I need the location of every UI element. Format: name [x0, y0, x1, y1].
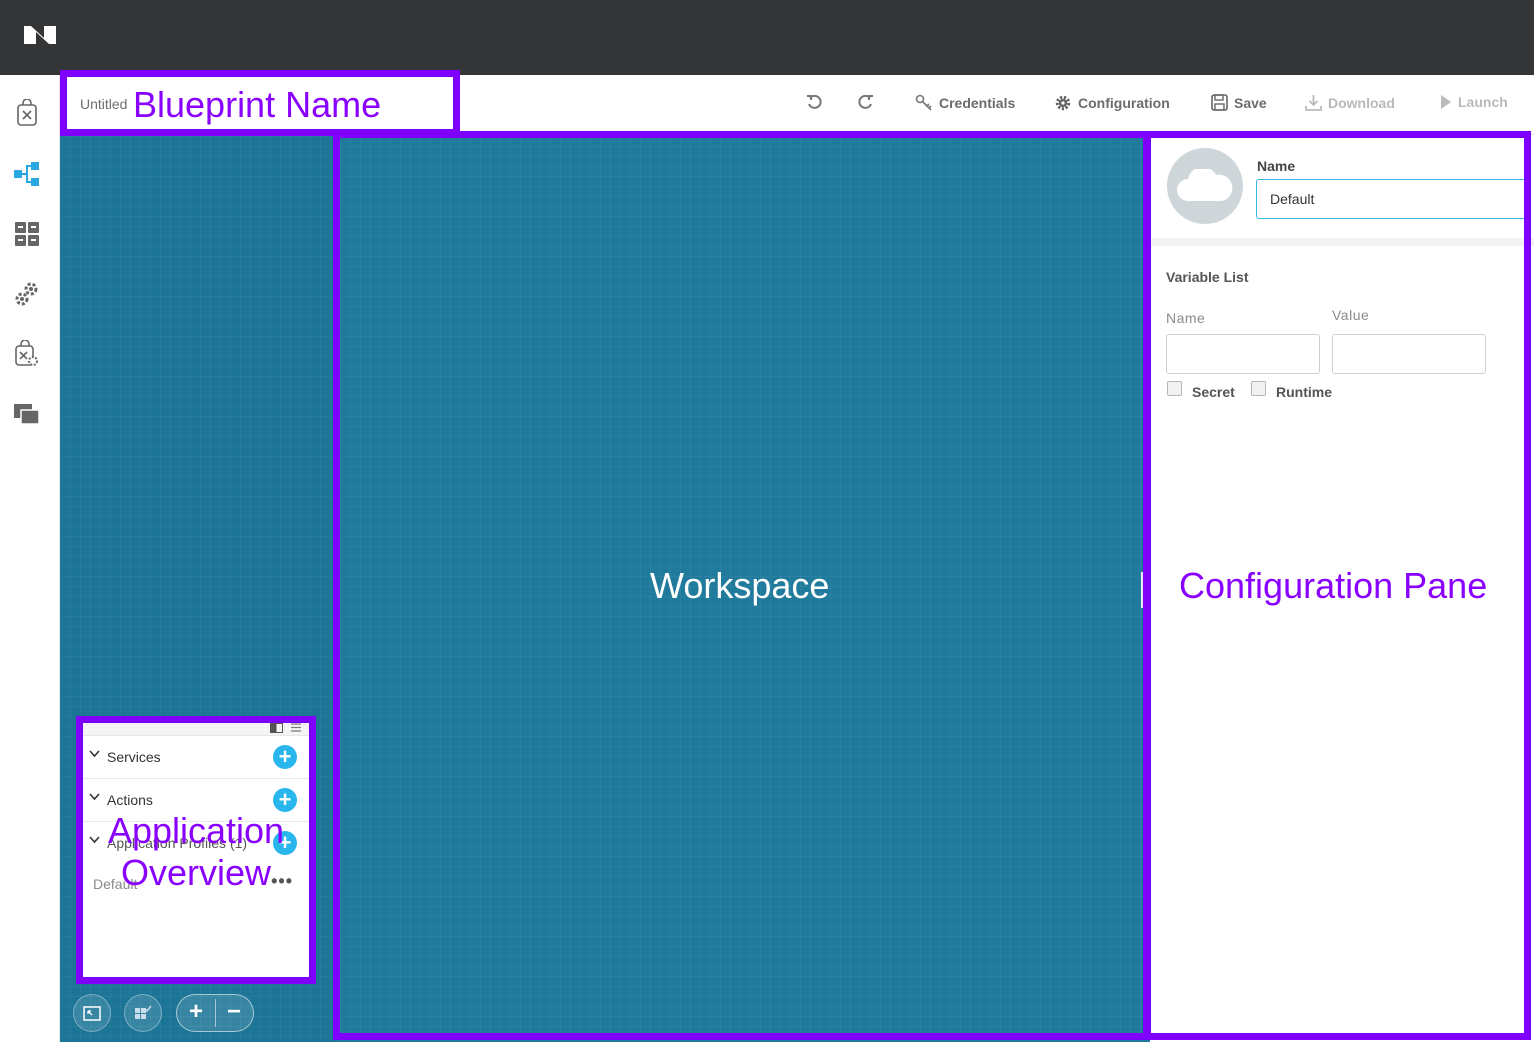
redo-icon	[858, 94, 873, 109]
launch-button[interactable]: Launch	[1440, 94, 1508, 110]
fit-to-screen-button[interactable]	[73, 994, 111, 1032]
undo-icon	[807, 94, 822, 109]
nutanix-logo[interactable]	[22, 24, 58, 46]
application-overview-line1: Application	[107, 810, 285, 851]
zoom-out-button[interactable]: −	[215, 995, 253, 1031]
configuration-button[interactable]: Configuration	[1054, 94, 1170, 112]
grid-icon[interactable]	[13, 220, 41, 248]
credentials-button[interactable]: Credentials	[915, 94, 1015, 112]
credentials-label: Credentials	[939, 95, 1016, 111]
configuration-pane-annotation: Configuration Pane	[1179, 565, 1488, 606]
play-icon	[1441, 95, 1451, 109]
validate-button[interactable]	[124, 994, 162, 1032]
windows-icon[interactable]	[13, 400, 41, 428]
download-label: Download	[1328, 94, 1395, 111]
marketplace-bag-icon[interactable]	[13, 340, 41, 368]
zoom-controls: + −	[176, 994, 254, 1032]
gears-icon[interactable]	[13, 280, 41, 308]
application-overview-line2: Overview	[120, 852, 272, 894]
configuration-label: Configuration	[1078, 95, 1170, 111]
download-icon	[1305, 95, 1322, 111]
checklist-icon	[135, 1005, 152, 1019]
zoom-in-button[interactable]: +	[177, 995, 215, 1031]
save-button[interactable]: Save	[1211, 94, 1267, 111]
blueprint-name-annotation: Blueprint Name	[133, 84, 382, 125]
key-icon	[915, 94, 932, 111]
save-icon	[1211, 94, 1228, 111]
left-nav	[0, 75, 60, 1042]
save-label: Save	[1234, 94, 1267, 111]
application-overview-annotation: Application Overview	[86, 810, 306, 895]
top-bar	[0, 0, 1534, 75]
download-button[interactable]: Download	[1305, 94, 1395, 111]
redo-button[interactable]	[858, 94, 874, 110]
blueprint-bag-icon[interactable]	[13, 99, 41, 127]
undo-button[interactable]	[806, 94, 822, 110]
fit-screen-icon	[83, 1005, 101, 1021]
gear-icon	[1055, 95, 1071, 111]
workspace-annotation: Workspace	[650, 565, 830, 606]
tree-icon[interactable]	[13, 160, 41, 188]
launch-label: Launch	[1458, 94, 1508, 110]
